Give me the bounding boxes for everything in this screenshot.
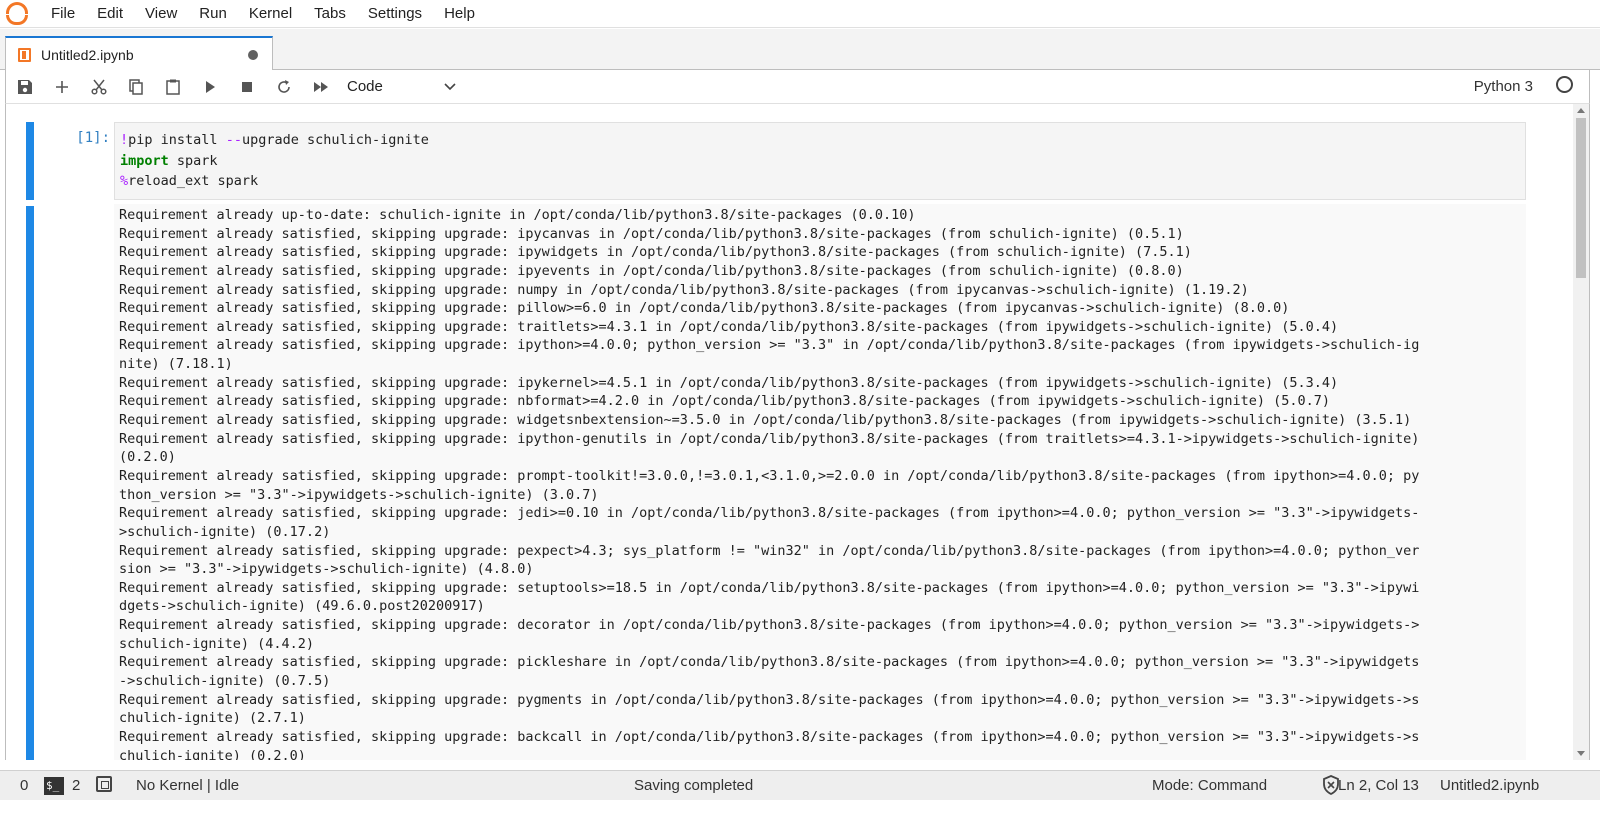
terminal-count[interactable]: 2: [72, 777, 80, 794]
unsaved-dot-icon[interactable]: [248, 49, 258, 60]
output-line: Requirement already satisfied, skipping …: [119, 262, 1184, 279]
paste-button[interactable]: [154, 72, 191, 102]
output-collapser[interactable]: [26, 206, 34, 760]
output-line: dgets->schulich-ignite) (49.6.0.post2020…: [119, 598, 485, 615]
tab-title: Untitled2.ipynb: [41, 46, 134, 63]
kernel-status-icon: [1556, 76, 1573, 93]
status-bar: 0 $_ 2 No Kernel | Idle Saving completed…: [0, 770, 1600, 800]
menu-view[interactable]: View: [134, 0, 188, 28]
copy-button[interactable]: [117, 72, 154, 102]
menu-help[interactable]: Help: [433, 0, 486, 28]
run-button[interactable]: [191, 72, 228, 102]
menu-settings[interactable]: Settings: [357, 0, 433, 28]
save-icon: [17, 79, 32, 94]
output-line: Requirement already up-to-date: schulich…: [119, 207, 916, 223]
insert-cell-button[interactable]: [43, 72, 80, 102]
terminal-icon[interactable]: $_: [44, 777, 64, 795]
output-line: Requirement already satisfied, skipping …: [119, 244, 1192, 261]
output-line: Requirement already satisfied, skipping …: [119, 300, 1290, 317]
restart-run-all-button[interactable]: [302, 72, 339, 102]
cut-button[interactable]: [80, 72, 117, 102]
kernel-name[interactable]: Python 3: [1474, 78, 1533, 95]
jupyter-logo-icon: [0, 0, 40, 28]
output-line: Requirement already satisfied, skipping …: [119, 654, 1420, 671]
output-line: Requirement already satisfied, skipping …: [119, 542, 1420, 559]
input-collapser[interactable]: [26, 122, 34, 200]
vertical-scrollbar[interactable]: [1573, 104, 1589, 760]
output-line: Requirement already satisfied, skipping …: [119, 579, 1420, 596]
copy-icon: [128, 78, 143, 95]
fast-forward-icon: [313, 81, 328, 92]
output-line: Requirement already satisfied, skipping …: [119, 281, 1249, 298]
menu-edit[interactable]: Edit: [86, 0, 134, 28]
output-line: Requirement already satisfied, skipping …: [119, 393, 1331, 410]
scissors-icon: [90, 79, 107, 95]
output-line: Requirement already satisfied, skipping …: [119, 430, 1420, 447]
tab-bar: Untitled2.ipynb: [0, 29, 1600, 71]
editor-mode[interactable]: Mode: Command: [1152, 777, 1267, 794]
output-line: Requirement already satisfied, skipping …: [119, 467, 1420, 484]
status-message: Saving completed: [634, 777, 754, 794]
output-line: Requirement already satisfied, skipping …: [119, 374, 1339, 391]
output-line: (0.2.0): [119, 449, 176, 466]
output-line: nite) (7.18.1): [119, 356, 233, 373]
menu-run[interactable]: Run: [188, 0, 238, 28]
output-line: ->schulich-ignite) (0.7.5): [119, 673, 331, 690]
menu-tabs[interactable]: Tabs: [303, 0, 357, 28]
menu-file[interactable]: File: [40, 0, 86, 28]
output-line: Requirement already satisfied, skipping …: [119, 225, 1184, 242]
scroll-up-icon[interactable]: [1577, 108, 1585, 113]
tab-notebook[interactable]: Untitled2.ipynb: [5, 36, 273, 71]
output-line: chulich-ignite) (0.2.0): [119, 747, 306, 760]
output-line: Requirement already satisfied, skipping …: [119, 691, 1420, 708]
paste-icon: [165, 79, 180, 95]
chevron-down-icon: [444, 82, 456, 90]
play-icon: [205, 80, 215, 93]
kernel-chip-icon[interactable]: [96, 776, 112, 792]
output-line: chulich-ignite) (2.7.1): [119, 710, 306, 727]
restart-icon: [277, 79, 290, 93]
stop-icon: [241, 81, 252, 92]
cell-type-value: Code: [347, 78, 383, 95]
output-line: Requirement already satisfied, skipping …: [119, 337, 1420, 354]
menu-kernel[interactable]: Kernel: [238, 0, 303, 28]
output-line: Requirement already satisfied, skipping …: [119, 505, 1420, 522]
scrollbar-thumb[interactable]: [1576, 118, 1586, 278]
status-count[interactable]: 0: [20, 777, 28, 794]
notebook-panel: [1]: !pip install --upgrade schulich-ign…: [5, 104, 1590, 760]
output-line: thon_version >= "3.3"->ipywidgets->schul…: [119, 486, 599, 503]
save-button[interactable]: [6, 72, 43, 102]
cell-type-select[interactable]: Code: [347, 78, 457, 95]
interrupt-button[interactable]: [228, 72, 265, 102]
restart-button[interactable]: [265, 72, 302, 102]
code-editor[interactable]: !pip install --upgrade schulich-ignite i…: [114, 122, 1526, 200]
output-line: sion >= "3.3"->ipywidgets->schulich-igni…: [119, 561, 534, 578]
cell-output: Requirement already up-to-date: schulich…: [114, 204, 1526, 760]
status-file-name: Untitled2.ipynb: [1440, 777, 1540, 794]
output-line: >schulich-ignite) (0.17.2): [119, 523, 331, 540]
output-line: Requirement already satisfied, skipping …: [119, 412, 1412, 429]
notebook-icon: [18, 47, 31, 62]
output-line: Requirement already satisfied, skipping …: [119, 318, 1339, 335]
execution-count: [1]:: [76, 130, 110, 146]
output-line: Requirement already satisfied, skipping …: [119, 617, 1420, 634]
kernel-status[interactable]: No Kernel | Idle: [136, 777, 239, 794]
plus-icon: [55, 80, 68, 93]
scroll-down-icon[interactable]: [1577, 751, 1585, 756]
output-line: Requirement already satisfied, skipping …: [119, 728, 1420, 745]
notebook-toolbar: Code Python 3: [5, 70, 1590, 104]
output-line: schulich-ignite) (4.4.2): [119, 635, 315, 652]
cursor-position[interactable]: Ln 2, Col 13: [1338, 777, 1419, 794]
menu-bar: File Edit View Run Kernel Tabs Settings …: [0, 0, 1600, 28]
